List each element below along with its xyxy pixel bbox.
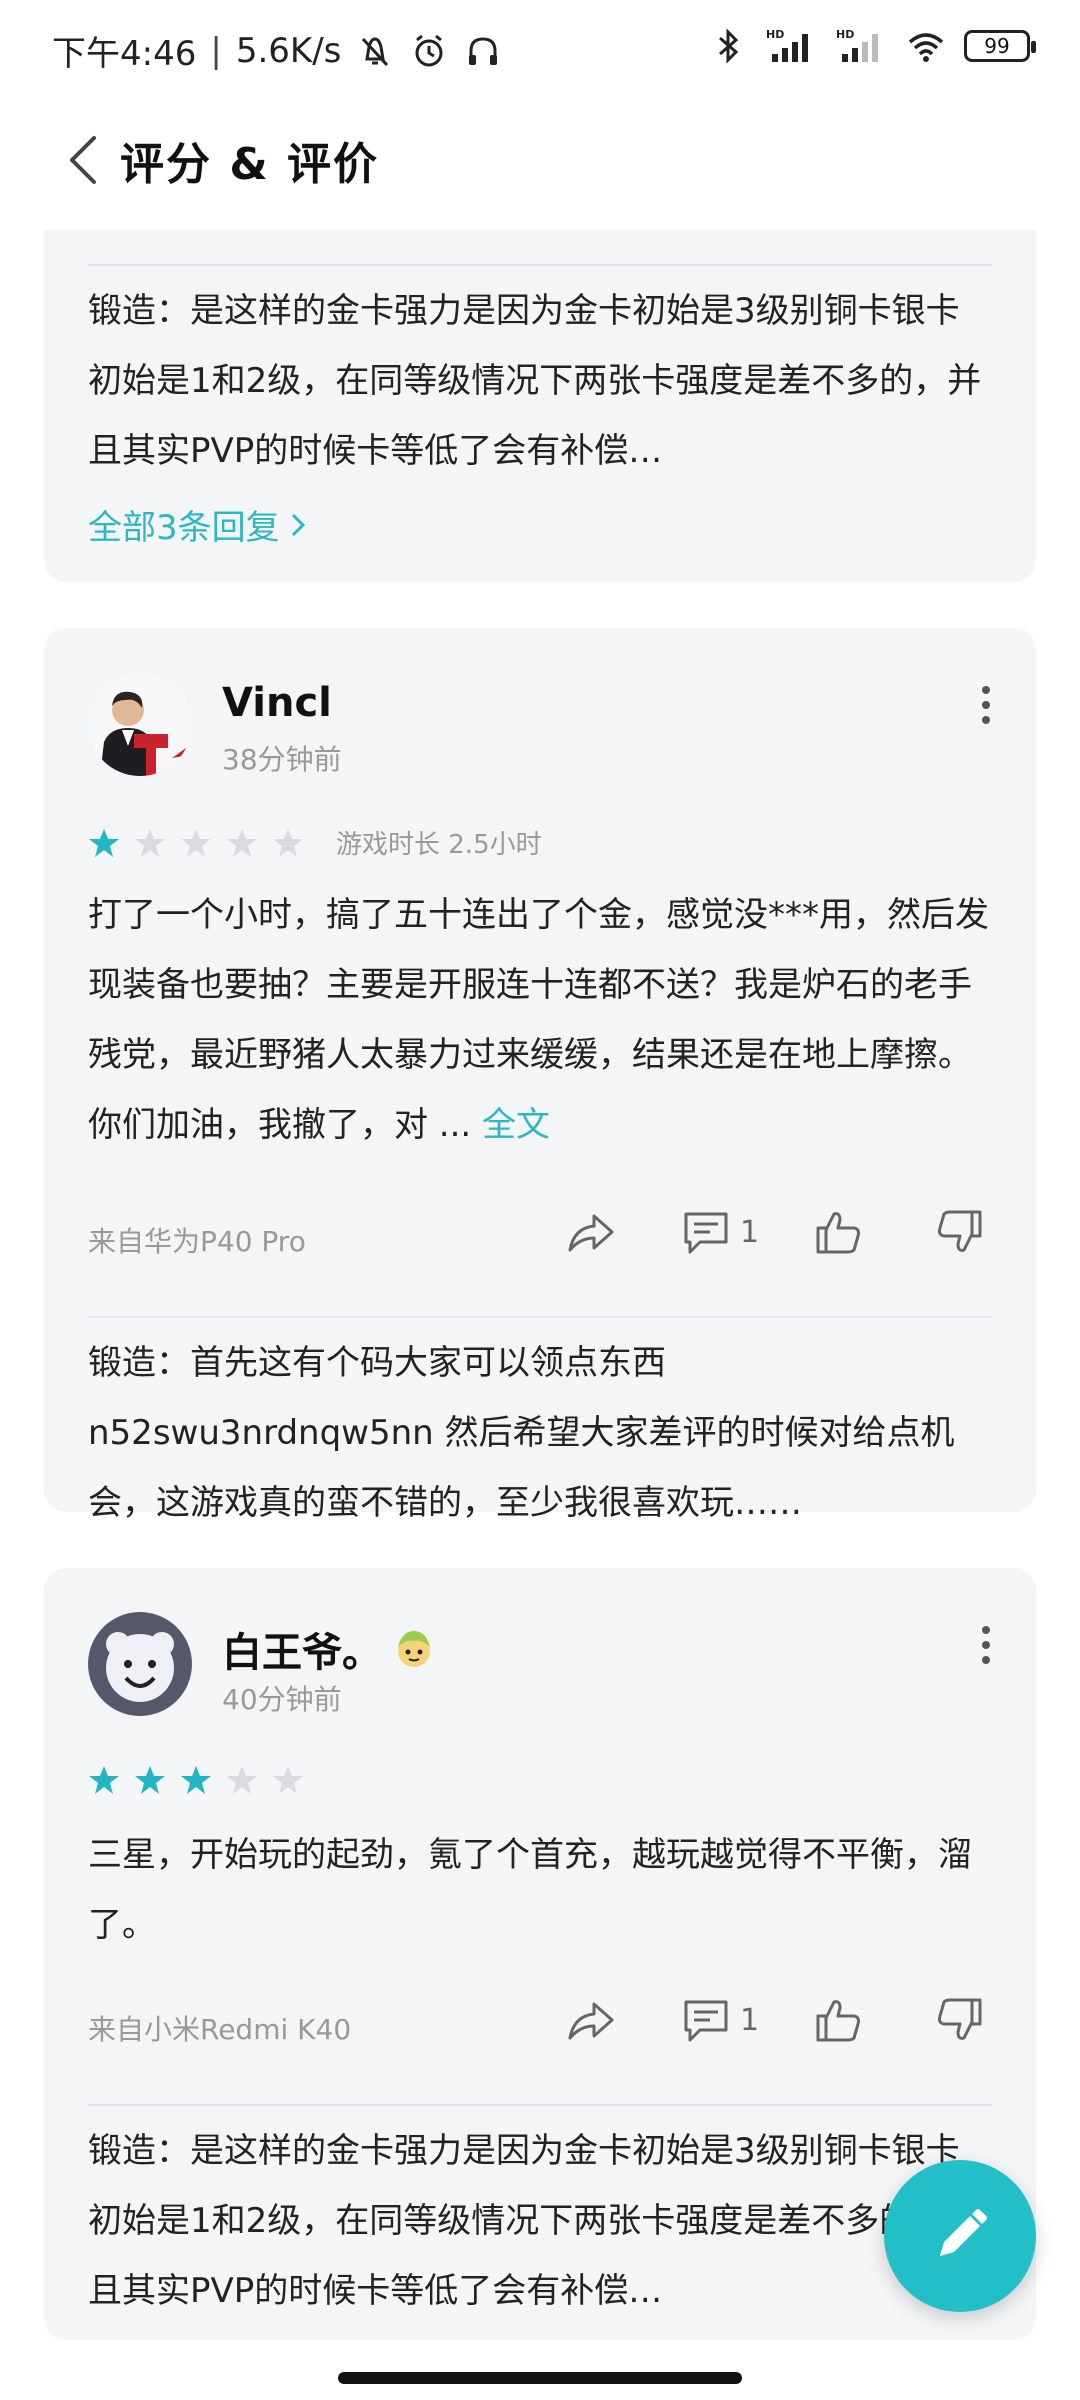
alarm-icon [415, 34, 443, 66]
avatar[interactable] [88, 672, 192, 776]
more-replies-link[interactable]: 全部3条回复 [88, 500, 308, 549]
star-icon [273, 1766, 303, 1794]
avatar[interactable] [88, 1612, 192, 1716]
page-title: 评分 & 评价 [120, 139, 380, 190]
review-time: 38分钟前 [222, 743, 342, 776]
play-time: 游戏时长 2.5小时 [336, 830, 542, 860]
username[interactable]: Vincl [222, 680, 332, 726]
more-options-icon[interactable] [976, 680, 996, 730]
share-icon [568, 2002, 614, 2040]
star-rating [88, 1764, 304, 1796]
dislike-button[interactable] [934, 1994, 986, 2046]
divider [88, 1316, 992, 1318]
device-label: 来自小米Redmi K40 [88, 2013, 352, 2046]
thumbs-down-icon [938, 1998, 982, 2040]
developer-reply: 锻造：首先这有个码大家可以领点东西n52swu3nrdnqw5nn 然后希望大家… [88, 1343, 955, 1523]
reviews-list[interactable]: 锻造：是这样的金卡强力是因为金卡初始是3级别铜卡银卡初始是1和2级，在同等级情况… [0, 230, 1080, 2400]
star-icon [227, 828, 257, 857]
developer-reply: 锻造：是这样的金卡强力是因为金卡初始是3级别铜卡银卡初始是1和2级，在同等级情况… [88, 2131, 982, 2311]
thumbs-up-icon [816, 2000, 860, 2042]
share-button[interactable] [564, 1206, 616, 1258]
status-time: 下午4:46 [52, 34, 197, 74]
battery-icon: 99 [964, 30, 1036, 62]
avatar-image [88, 672, 192, 776]
like-button[interactable] [812, 1206, 864, 1258]
more-options-icon[interactable] [976, 1620, 996, 1670]
review-card: 锻造：是这样的金卡强力是因为金卡初始是3级别铜卡银卡初始是1和2级，在同等级情况… [44, 230, 1036, 582]
review-time: 40分钟前 [222, 1683, 342, 1716]
write-review-button[interactable] [884, 2160, 1036, 2312]
thumbs-up-icon [816, 1212, 860, 1254]
thumbs-down-icon [938, 1210, 982, 1252]
star-icon [181, 1766, 211, 1794]
review-text: 打了一个小时，搞了五十连出了个金，感觉没***用，然后发现装备也要抽？主要是开服… [88, 880, 992, 1160]
divider [88, 2104, 992, 2106]
divider [88, 264, 992, 266]
username-text: 白王爷。 [222, 1630, 382, 1676]
review-text: 三星，开始玩的起劲，氪了个首充，越玩越觉得不平衡，溜了。 [88, 1835, 972, 1945]
comment-icon [684, 2000, 728, 2042]
signal-hd-icon: HD [766, 28, 808, 62]
comment-count: 1 [740, 1214, 760, 1250]
dislike-button[interactable] [934, 1206, 986, 1258]
comment-button[interactable]: 1 [680, 1206, 759, 1258]
battery-level: 99 [984, 34, 1010, 58]
star-icon [273, 828, 303, 857]
username[interactable]: 白王爷。 [222, 1620, 436, 1678]
home-indicator[interactable] [338, 2372, 742, 2384]
share-icon [568, 1214, 614, 1252]
app-header: 评分 & 评价 [0, 100, 1080, 230]
avatar-image [88, 1612, 192, 1716]
share-button[interactable] [564, 1994, 616, 2046]
star-icon [89, 828, 119, 857]
star-icon [227, 1766, 257, 1794]
status-bar: 下午4:46 | 5.6K/s HD HD 99 [0, 0, 1080, 100]
star-icon [135, 1766, 165, 1794]
status-left: 下午4:46 | 5.6K/s [52, 26, 503, 75]
chevron-right-icon [291, 513, 305, 536]
comment-button[interactable]: 1 [680, 1994, 759, 2046]
mute-icon [362, 36, 389, 66]
star-icon [181, 828, 211, 857]
comment-icon [684, 1212, 728, 1254]
signal-hd-icon-2: HD [836, 28, 878, 62]
device-label: 来自华为P40 Pro [88, 1225, 306, 1258]
pencil-icon [940, 2209, 987, 2256]
back-icon[interactable] [58, 130, 118, 190]
star-rating: 游戏时长 2.5小时 [88, 824, 542, 861]
emoji-icon [398, 1631, 430, 1667]
review-card: Vincl 38分钟前 游戏时长 2.5小时 打了一个小时，搞了五十连出了个金，… [44, 628, 1036, 1523]
status-separator: | [210, 30, 222, 71]
status-right: HD HD 99 [708, 26, 1036, 66]
network-speed: 5.6K/s [235, 30, 342, 71]
svg-text:HD: HD [836, 28, 854, 41]
star-icon [135, 828, 165, 857]
bluetooth-icon [719, 28, 739, 64]
comment-count: 1 [740, 2002, 760, 2038]
star-icon [89, 1766, 119, 1794]
full-text-link[interactable]: 全文 [482, 1105, 550, 1145]
headset-icon [469, 36, 498, 65]
more-replies-label: 全部3条回复 [88, 508, 280, 548]
like-button[interactable] [812, 1994, 864, 2046]
developer-reply: 锻造：是这样的金卡强力是因为金卡初始是3级别铜卡银卡初始是1和2级，在同等级情况… [88, 291, 982, 471]
wifi-icon [908, 33, 944, 62]
svg-text:HD: HD [766, 28, 784, 41]
